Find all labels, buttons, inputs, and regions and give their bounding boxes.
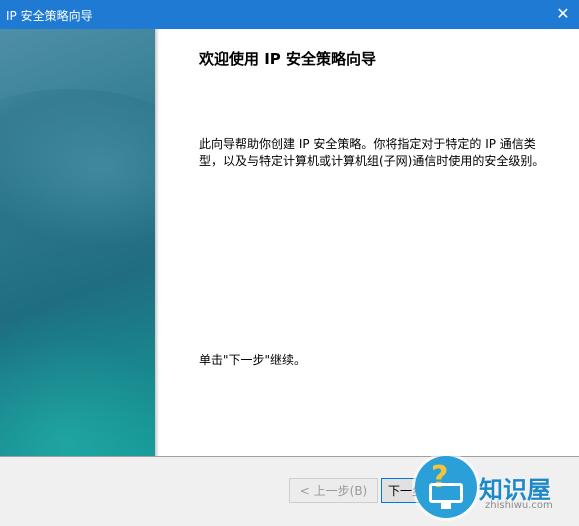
- wizard-instruction: 单击"下一步"继续。: [199, 353, 307, 367]
- banner-wave-decoration-lower: [0, 309, 155, 456]
- site-watermark: ? 知识屋 zhishiwu.com: [407, 450, 579, 526]
- monitor-stand-icon: [441, 503, 451, 509]
- window-title: IP 安全策略向导: [6, 9, 93, 23]
- watermark-url: zhishiwu.com: [485, 500, 553, 511]
- close-icon[interactable]: ✕: [553, 4, 573, 24]
- monitor-icon: [429, 483, 463, 503]
- banner-wave-decoration: [0, 89, 155, 289]
- wizard-side-banner: [0, 29, 155, 456]
- wizard-heading: 欢迎使用 IP 安全策略向导: [199, 50, 377, 68]
- back-button[interactable]: < 上一步(B): [289, 478, 378, 503]
- banner-edge-shadow: [155, 29, 159, 456]
- title-bar: IP 安全策略向导 ✕: [0, 0, 579, 29]
- wizard-description: 此向导帮助你创建 IP 安全策略。你将指定对于特定的 IP 通信类型，以及与特定…: [199, 137, 545, 168]
